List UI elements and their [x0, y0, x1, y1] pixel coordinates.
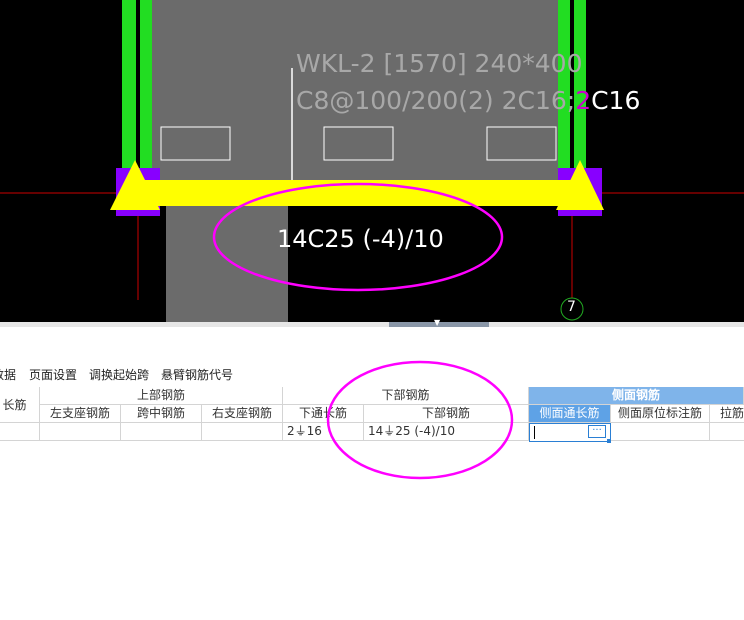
- toolbar-data[interactable]: 数据: [0, 366, 16, 383]
- col-tie[interactable]: 拉筋: [710, 405, 744, 423]
- beam-label-line1: WKL-2 [1570] 240*400: [296, 49, 583, 78]
- table-toolbar: 数据 页面设置 调换起始跨 悬臂钢筋代号: [0, 364, 744, 384]
- group-header-side: 侧面钢筋: [529, 387, 744, 405]
- column-right-outer: [574, 0, 586, 170]
- toolbar-cantilever-code[interactable]: 悬臂钢筋代号: [161, 366, 233, 383]
- col-top-left-support[interactable]: 左支座钢筋: [40, 405, 121, 423]
- col-top-right-support[interactable]: 右支座钢筋: [202, 405, 283, 423]
- ellipsis-button[interactable]: ···: [588, 425, 606, 438]
- toolbar-swap-start-span[interactable]: 调换起始跨: [89, 366, 149, 383]
- rebar-table: 长筋 上部钢筋 下部钢筋 侧面钢筋 左支座钢筋 跨中钢筋 右支座钢筋 下通长筋 …: [0, 387, 744, 443]
- cell-tie[interactable]: [710, 423, 744, 441]
- splitter-collapse-icon[interactable]: ▼: [434, 319, 440, 327]
- col-side-original[interactable]: 侧面原位标注筋: [611, 405, 710, 423]
- group-header-left-cut: 长筋: [0, 387, 40, 423]
- group-header-top: 上部钢筋: [40, 387, 283, 405]
- bottom-rebar-label: 14C25 (-4)/10: [277, 225, 444, 253]
- col-side-through[interactable]: 侧面通长筋: [529, 405, 611, 423]
- col-bottom-rebar[interactable]: 下部钢筋: [364, 405, 529, 423]
- col-bottom-through[interactable]: 下通长筋: [283, 405, 364, 423]
- slab-area-bottom: [166, 206, 288, 322]
- col-top-mid-span[interactable]: 跨中钢筋: [121, 405, 202, 423]
- column-left-inner: [140, 0, 152, 170]
- cell-top-right-support[interactable]: [202, 423, 283, 441]
- cell-side-original[interactable]: [611, 423, 710, 441]
- beam-label-line2-tail: C16: [591, 86, 641, 115]
- beam-label-line2-main: C8@100/200(2) 2C16;: [296, 86, 576, 115]
- group-header-bottom: 下部钢筋: [283, 387, 529, 405]
- cell-top-left-support[interactable]: [40, 423, 121, 441]
- resize-grip[interactable]: [607, 439, 611, 443]
- toolbar-page-setup[interactable]: 页面设置: [29, 366, 77, 383]
- panel-splitter[interactable]: [0, 322, 744, 327]
- column-left-outer: [122, 0, 136, 170]
- beam-label-line2-accent: 2: [575, 86, 592, 115]
- text-caret: [534, 426, 535, 439]
- cad-viewport[interactable]: WKL-2 [1570] 240*400 C8@100/200(2) 2C16;…: [0, 0, 744, 322]
- cell-top-mid-span[interactable]: [121, 423, 202, 441]
- cell-bottom-rebar[interactable]: 14⏚25 (-4)/10: [364, 423, 529, 441]
- axis-number: 7: [567, 299, 576, 315]
- cell-left-cut[interactable]: [0, 423, 40, 441]
- cell-bottom-through[interactable]: 2⏚16: [283, 423, 364, 441]
- column-right-inner: [558, 0, 570, 170]
- beam-label-line2: C8@100/200(2) 2C16;2C16: [296, 86, 640, 115]
